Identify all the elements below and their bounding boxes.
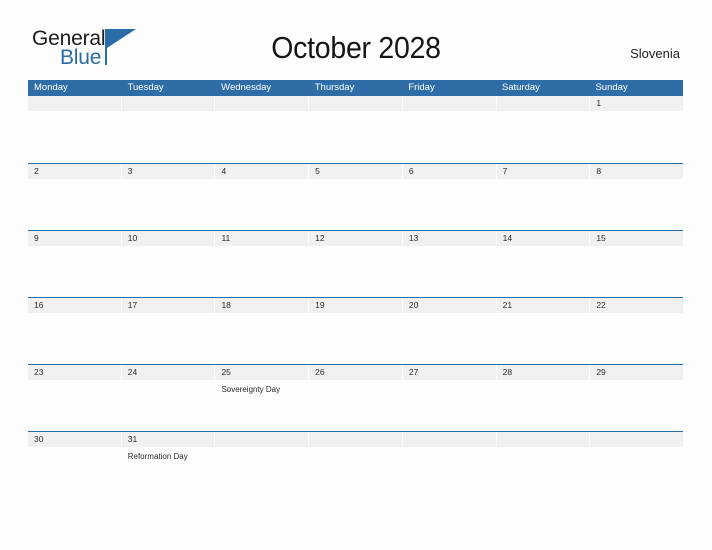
day-cell[interactable]: [309, 96, 402, 163]
day-number: 23: [34, 367, 44, 377]
weekday-header-wednesday: Wednesday: [221, 82, 272, 93]
day-cell[interactable]: 26: [309, 365, 402, 431]
day-number: 21: [502, 300, 513, 310]
day-cell[interactable]: [215, 96, 309, 163]
week-row: 30 31 Reformation Day: [28, 431, 684, 499]
day-cell[interactable]: 14: [496, 231, 590, 297]
day-number: 11: [221, 233, 231, 243]
day-number: 26: [315, 367, 325, 377]
day-cell[interactable]: 17: [121, 298, 215, 364]
day-number: 2: [34, 166, 39, 176]
day-number: 15: [596, 233, 606, 243]
weekday-header-sunday: Sunday: [595, 82, 628, 93]
country-label: Slovenia: [630, 46, 680, 61]
day-cell[interactable]: 7: [496, 164, 590, 230]
day-number: 25: [221, 367, 231, 377]
day-cell[interactable]: 10: [121, 231, 215, 297]
day-cell[interactable]: 20: [402, 298, 496, 364]
weekday-header-monday: Monday: [34, 82, 68, 93]
calendar-grid: Monday Tuesday Wednesday Thursday Friday…: [28, 80, 684, 499]
day-number: 5: [315, 166, 320, 176]
day-cell[interactable]: [309, 432, 402, 499]
day-cell[interactable]: 21: [496, 298, 590, 364]
day-number: 14: [502, 233, 513, 243]
day-cell[interactable]: 18: [215, 298, 309, 364]
day-number: 12: [315, 233, 325, 243]
page-header: General Blue October 2028 Slovenia: [0, 0, 712, 80]
day-cell[interactable]: 16: [28, 298, 121, 364]
day-number: 29: [596, 367, 606, 377]
day-number: 13: [408, 233, 419, 243]
day-number: 28: [502, 367, 513, 377]
day-cell[interactable]: 5: [309, 164, 402, 230]
day-cell[interactable]: 13: [402, 231, 496, 297]
day-cell[interactable]: 28: [496, 365, 590, 431]
week-row: 9 10 11 12 13 14 15: [28, 230, 684, 297]
day-number: 24: [127, 367, 138, 377]
day-cell[interactable]: [215, 432, 309, 499]
day-cell[interactable]: [590, 432, 684, 499]
day-cell[interactable]: 12: [309, 231, 402, 297]
day-cell[interactable]: [28, 96, 121, 163]
day-cell[interactable]: [496, 96, 590, 163]
day-cell[interactable]: 23: [28, 365, 121, 431]
day-cell[interactable]: 25 Sovereignty Day: [215, 365, 309, 431]
day-cell[interactable]: 24: [121, 365, 215, 431]
day-cell[interactable]: 29: [590, 365, 684, 431]
day-number: 1: [596, 98, 602, 108]
week-row: 1: [28, 96, 684, 163]
day-cell[interactable]: [121, 96, 215, 163]
weekday-header-row: Monday Tuesday Wednesday Thursday Friday…: [28, 80, 683, 96]
day-number: 20: [408, 300, 419, 310]
weekday-header-friday: Friday: [408, 82, 435, 93]
day-cell[interactable]: 6: [402, 164, 496, 230]
page-title: October 2028: [271, 30, 441, 65]
weekday-header-saturday: Saturday: [501, 82, 540, 93]
day-cell[interactable]: 3: [121, 164, 215, 230]
day-number: 22: [596, 300, 606, 310]
day-cell[interactable]: 2: [28, 164, 121, 230]
day-cell[interactable]: 11: [215, 231, 309, 297]
day-cell[interactable]: 9: [28, 231, 121, 297]
day-cell[interactable]: [402, 96, 496, 163]
day-cell[interactable]: 4: [215, 164, 309, 230]
day-number: 18: [221, 300, 231, 310]
day-number: 3: [127, 166, 133, 176]
day-event: Reformation Day: [127, 452, 188, 461]
day-number: 17: [127, 300, 138, 310]
day-number: 8: [596, 166, 602, 176]
day-cell[interactable]: 19: [309, 298, 402, 364]
day-number: 31: [127, 434, 138, 444]
day-cell[interactable]: 15: [590, 231, 684, 297]
week-row: 2 3 4 5 6 7 8: [28, 163, 684, 230]
day-number: 16: [34, 300, 44, 310]
day-cell[interactable]: 30: [28, 432, 121, 499]
day-cell[interactable]: 27: [402, 365, 496, 431]
day-cell[interactable]: 8: [590, 164, 684, 230]
day-cell[interactable]: 1: [590, 96, 684, 163]
weekday-header-thursday: Thursday: [314, 82, 355, 93]
day-cell[interactable]: 31 Reformation Day: [121, 432, 215, 499]
day-number: 6: [408, 166, 414, 176]
day-cell[interactable]: [496, 432, 590, 499]
day-number: 27: [408, 367, 419, 377]
day-number: 10: [127, 233, 138, 243]
week-row: 23 24 25 Sovereignty Day 26 27 28 29: [28, 364, 684, 431]
day-number: 9: [34, 233, 39, 243]
day-cell[interactable]: 22: [590, 298, 684, 364]
day-number: 4: [221, 166, 227, 176]
weekday-header-tuesday: Tuesday: [127, 82, 164, 93]
day-number: 19: [315, 300, 325, 310]
week-row: 16 17 18 19 20 21 22: [28, 297, 684, 364]
day-event: Sovereignty Day: [221, 385, 281, 394]
day-cell[interactable]: [402, 432, 496, 499]
day-number: 7: [502, 166, 508, 176]
day-number: 30: [34, 434, 44, 444]
